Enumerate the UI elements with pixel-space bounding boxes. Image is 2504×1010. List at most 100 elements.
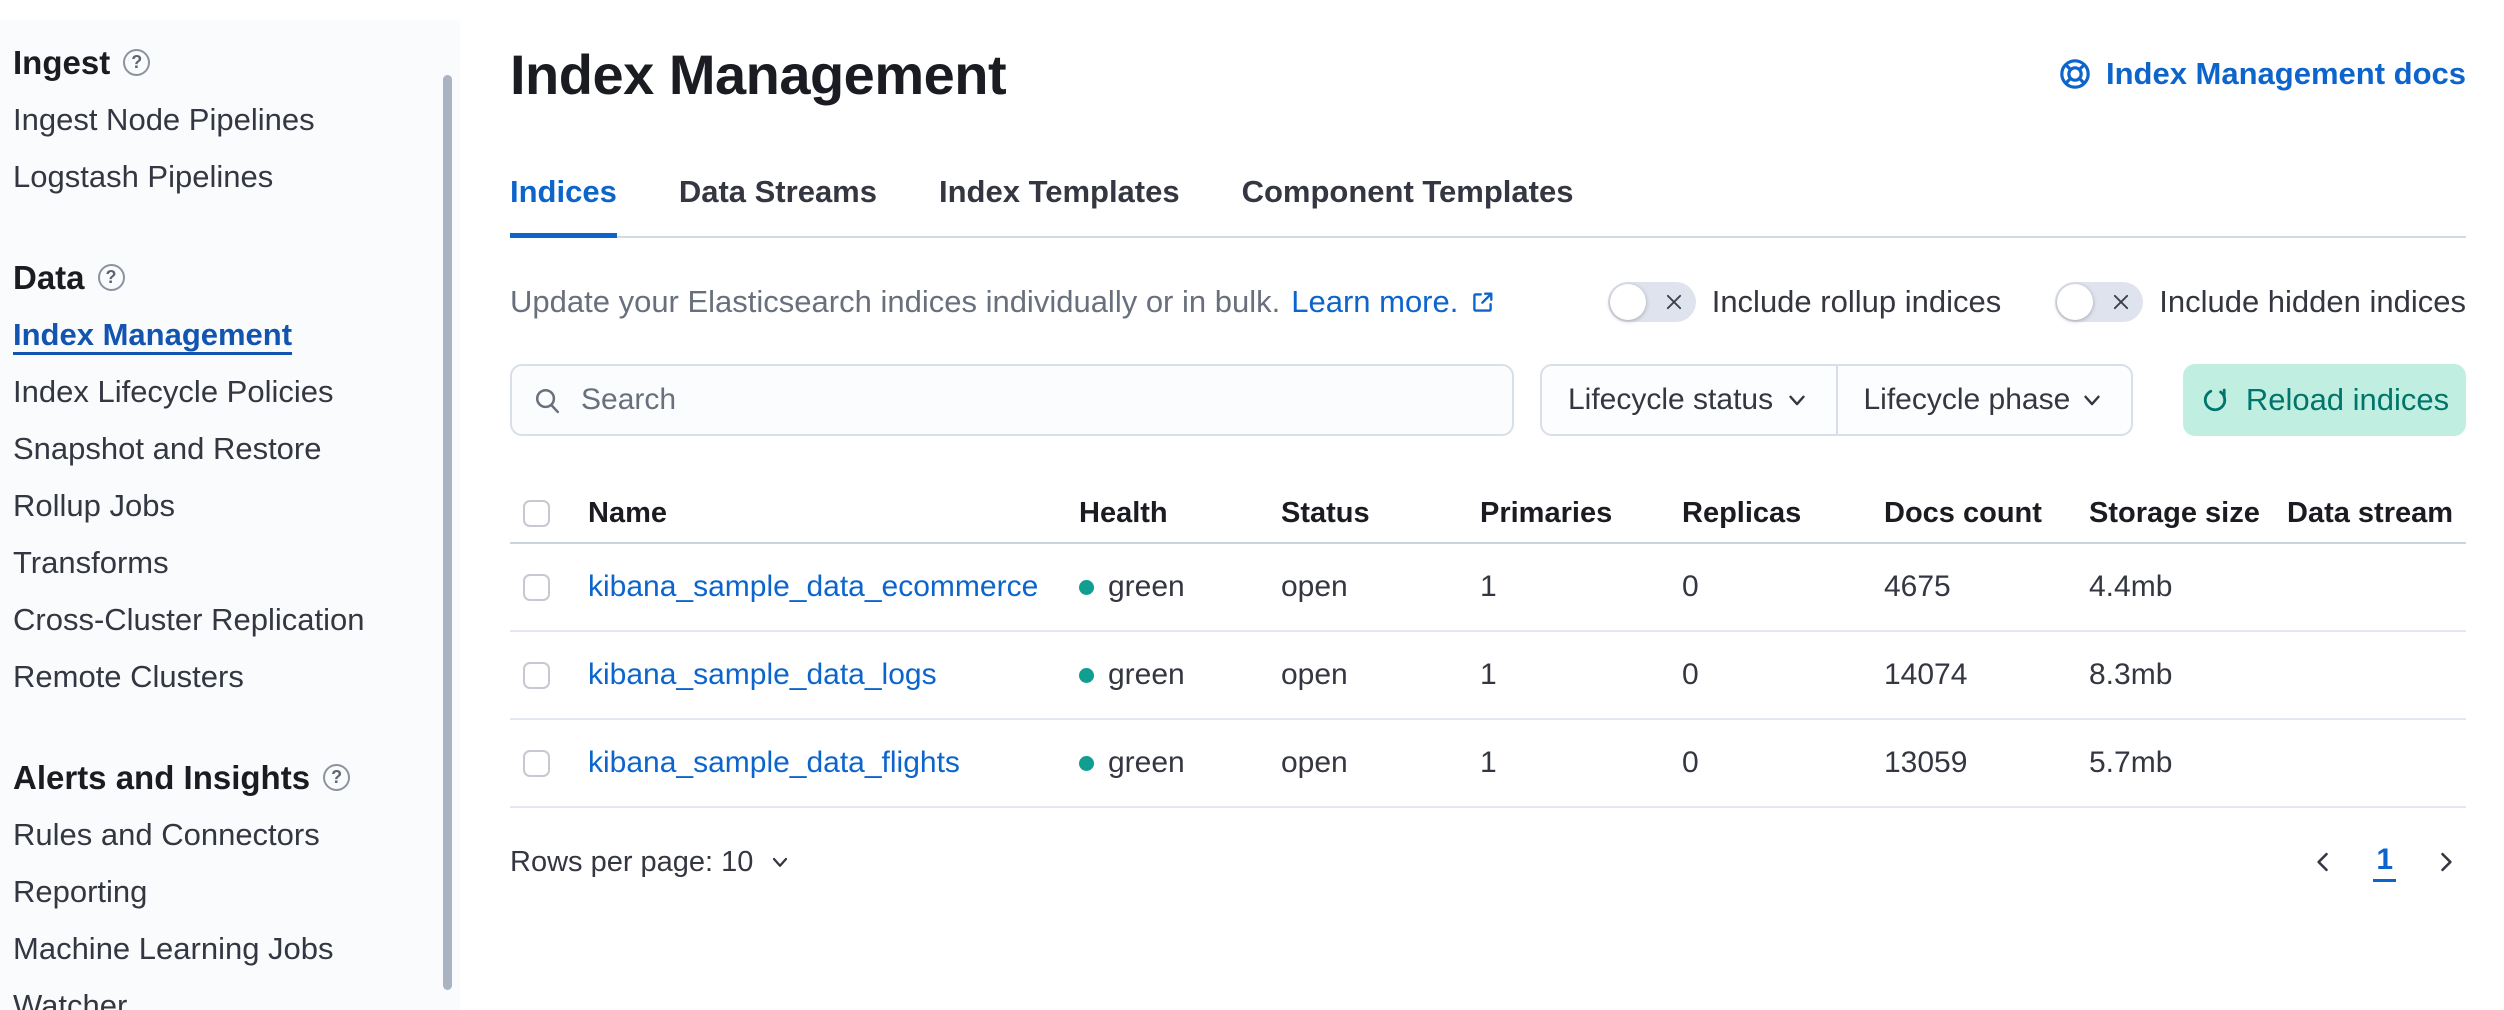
info-row: Update your Elasticsearch indices indivi… (510, 282, 2466, 322)
sidebar-item-index-management[interactable]: Index Management (13, 306, 460, 363)
health-dot-icon (1079, 756, 1094, 771)
toggle-include-rollup: Include rollup indices (1608, 282, 2002, 322)
external-link-icon (1469, 289, 1496, 316)
cross-icon (2110, 291, 2132, 313)
storage-size-cell: 4.4mb (2089, 570, 2287, 604)
col-header-primaries[interactable]: Primaries (1480, 497, 1682, 530)
sidebar-section-header: Alerts and Insights ? (13, 749, 460, 806)
health-cell: green (1079, 658, 1281, 692)
status-cell: open (1281, 746, 1480, 780)
docs-count-cell: 13059 (1884, 746, 2089, 780)
sidebar-item-remote-clusters[interactable]: Remote Clusters (13, 648, 460, 705)
indices-table: Name Health Status Primaries Replicas Do… (510, 484, 2466, 808)
chevron-left-icon[interactable] (2303, 842, 2343, 882)
sidebar-item-reporting[interactable]: Reporting (13, 863, 460, 920)
tab-data-streams[interactable]: Data Streams (679, 174, 877, 236)
description-text: Update your Elasticsearch indices indivi… (510, 284, 1280, 320)
page-number-1[interactable]: 1 (2373, 843, 2396, 882)
rows-per-page-button[interactable]: Rows per page: 10 (510, 846, 792, 879)
page-header: Index Management Index Manage (510, 26, 2466, 122)
tab-index-templates[interactable]: Index Templates (939, 174, 1180, 236)
filter-group: Lifecycle status Lifecycle phase (1540, 364, 2133, 436)
tab-bar: Indices Data Streams Index Templates Com… (510, 174, 2466, 238)
search-box (510, 364, 1514, 436)
col-header-docs-count[interactable]: Docs count (1884, 497, 2089, 530)
cross-icon (1663, 291, 1685, 313)
table-header-row: Name Health Status Primaries Replicas Do… (510, 484, 2466, 544)
chevron-down-icon (2079, 387, 2105, 413)
chevron-down-icon (1784, 387, 1810, 413)
index-name-link[interactable]: kibana_sample_data_logs (588, 658, 1079, 692)
sidebar-item-ingest-node-pipelines[interactable]: Ingest Node Pipelines (13, 91, 460, 148)
col-header-status[interactable]: Status (1281, 497, 1480, 530)
col-header-storage-size[interactable]: Storage size (2089, 497, 2287, 530)
reload-indices-button[interactable]: Reload indices (2183, 364, 2466, 436)
sidebar-section-header: Data ? (13, 249, 460, 306)
switch-knob (1610, 284, 1646, 320)
question-circle-icon[interactable]: ? (98, 264, 125, 291)
replicas-cell: 0 (1682, 570, 1884, 604)
sidebar-item-snapshot-and-restore[interactable]: Snapshot and Restore (13, 420, 460, 477)
controls-row: Lifecycle status Lifecycle phase (510, 364, 2466, 436)
replicas-cell: 0 (1682, 746, 1884, 780)
col-header-replicas[interactable]: Replicas (1682, 497, 1884, 530)
magnifier-icon (532, 385, 563, 416)
question-circle-icon[interactable]: ? (123, 49, 150, 76)
filter-lifecycle-phase[interactable]: Lifecycle phase (1836, 366, 2132, 434)
sidebar-item-machine-learning-jobs[interactable]: Machine Learning Jobs (13, 920, 460, 977)
sidebar-item-rules-and-connectors[interactable]: Rules and Connectors (13, 806, 460, 863)
primaries-cell: 1 (1480, 658, 1682, 692)
learn-more-link[interactable]: Learn more. (1291, 284, 1458, 320)
status-cell: open (1281, 658, 1480, 692)
docs-count-cell: 4675 (1884, 570, 2089, 604)
primaries-cell: 1 (1480, 746, 1682, 780)
section-title-ingest: Ingest (13, 44, 110, 82)
toggle-label[interactable]: Include hidden indices (2159, 284, 2466, 320)
health-label: green (1108, 570, 1185, 604)
sidebar-item-cross-cluster-replication[interactable]: Cross-Cluster Replication (13, 591, 460, 648)
hidden-switch[interactable] (2055, 282, 2143, 322)
rollup-switch[interactable] (1608, 282, 1696, 322)
table-row: kibana_sample_data_ecommerce green open … (510, 544, 2466, 632)
replicas-cell: 0 (1682, 658, 1884, 692)
table-footer: Rows per page: 10 1 (510, 842, 2466, 882)
col-header-name[interactable]: Name (588, 497, 1079, 530)
life-ring-icon (2058, 57, 2092, 91)
filter-label: Lifecycle phase (1864, 383, 2071, 417)
row-checkbox[interactable] (523, 662, 550, 689)
tab-component-templates[interactable]: Component Templates (1242, 174, 1574, 236)
sidebar-scrollbar[interactable] (443, 75, 452, 990)
sidebar-item-watcher[interactable]: Watcher (13, 977, 460, 1010)
index-name-link[interactable]: kibana_sample_data_ecommerce (588, 570, 1079, 604)
index-name-link[interactable]: kibana_sample_data_flights (588, 746, 1079, 780)
tab-indices[interactable]: Indices (510, 174, 617, 238)
search-input[interactable] (579, 382, 1492, 418)
table-row: kibana_sample_data_logs green open 1 0 1… (510, 632, 2466, 720)
storage-size-cell: 5.7mb (2089, 746, 2287, 780)
sidebar-item-rollup-jobs[interactable]: Rollup Jobs (13, 477, 460, 534)
filter-lifecycle-status[interactable]: Lifecycle status (1542, 366, 1836, 434)
question-circle-icon[interactable]: ? (323, 764, 350, 791)
sidebar-item-index-lifecycle-policies[interactable]: Index Lifecycle Policies (13, 363, 460, 420)
sidebar-section-ingest: Ingest ? Ingest Node Pipelines Logstash … (13, 34, 460, 205)
health-dot-icon (1079, 580, 1094, 595)
col-header-data-stream[interactable]: Data stream (2287, 497, 2466, 530)
row-checkbox[interactable] (523, 574, 550, 601)
health-cell: green (1079, 746, 1281, 780)
health-label: green (1108, 746, 1185, 780)
health-cell: green (1079, 570, 1281, 604)
select-all-checkbox[interactable] (523, 500, 550, 527)
chevron-right-icon[interactable] (2426, 842, 2466, 882)
refresh-icon (2200, 385, 2230, 415)
sidebar-section-data: Data ? Index Management Index Lifecycle … (13, 249, 460, 705)
sidebar-item-logstash-pipelines[interactable]: Logstash Pipelines (13, 148, 460, 205)
filter-label: Lifecycle status (1568, 383, 1773, 417)
docs-count-cell: 14074 (1884, 658, 2089, 692)
docs-link[interactable]: Index Management docs (2058, 56, 2466, 92)
row-checkbox[interactable] (523, 750, 550, 777)
col-header-health[interactable]: Health (1079, 497, 1281, 530)
toggle-label[interactable]: Include rollup indices (1712, 284, 2002, 320)
sidebar-section-alerts-insights: Alerts and Insights ? Rules and Connecto… (13, 749, 460, 1010)
sidebar-item-transforms[interactable]: Transforms (13, 534, 460, 591)
pagination: 1 (2303, 842, 2466, 882)
